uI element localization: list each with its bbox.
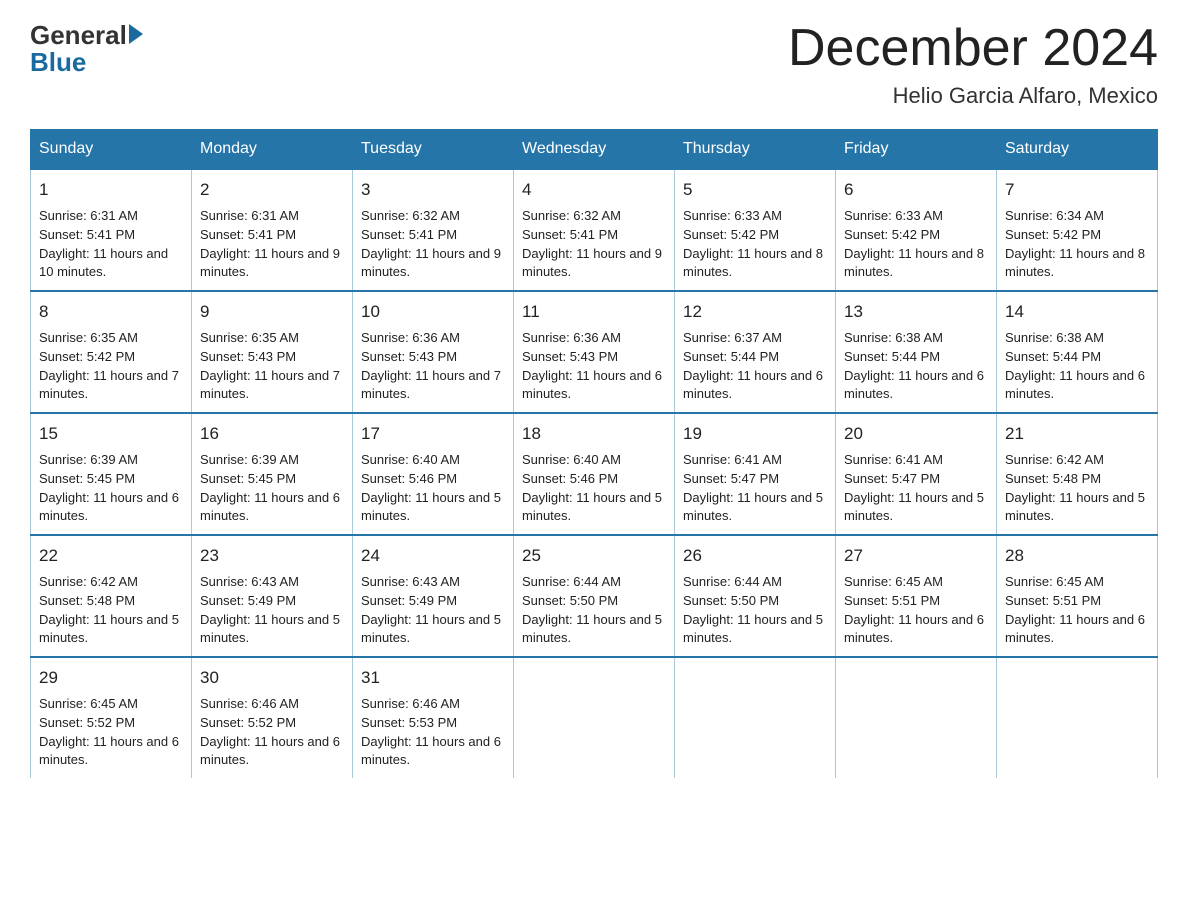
col-monday: Monday [192, 130, 353, 170]
col-saturday: Saturday [997, 130, 1158, 170]
day-number: 15 [39, 422, 183, 447]
day-number: 10 [361, 300, 505, 325]
table-row: 5Sunrise: 6:33 AMSunset: 5:42 PMDaylight… [675, 169, 836, 291]
day-number: 21 [1005, 422, 1149, 447]
table-row: 20Sunrise: 6:41 AMSunset: 5:47 PMDayligh… [836, 413, 997, 535]
day-number: 24 [361, 544, 505, 569]
table-row: 2Sunrise: 6:31 AMSunset: 5:41 PMDaylight… [192, 169, 353, 291]
col-wednesday: Wednesday [514, 130, 675, 170]
day-number: 27 [844, 544, 988, 569]
table-row [514, 657, 675, 778]
calendar-week-row: 15Sunrise: 6:39 AMSunset: 5:45 PMDayligh… [31, 413, 1158, 535]
day-number: 18 [522, 422, 666, 447]
table-row: 28Sunrise: 6:45 AMSunset: 5:51 PMDayligh… [997, 535, 1158, 657]
table-row: 24Sunrise: 6:43 AMSunset: 5:49 PMDayligh… [353, 535, 514, 657]
day-number: 7 [1005, 178, 1149, 203]
table-row: 11Sunrise: 6:36 AMSunset: 5:43 PMDayligh… [514, 291, 675, 413]
day-number: 3 [361, 178, 505, 203]
day-number: 30 [200, 666, 344, 691]
day-number: 20 [844, 422, 988, 447]
day-number: 22 [39, 544, 183, 569]
day-number: 28 [1005, 544, 1149, 569]
table-row: 22Sunrise: 6:42 AMSunset: 5:48 PMDayligh… [31, 535, 192, 657]
day-number: 12 [683, 300, 827, 325]
table-row: 1Sunrise: 6:31 AMSunset: 5:41 PMDaylight… [31, 169, 192, 291]
table-row: 14Sunrise: 6:38 AMSunset: 5:44 PMDayligh… [997, 291, 1158, 413]
day-number: 23 [200, 544, 344, 569]
table-row: 12Sunrise: 6:37 AMSunset: 5:44 PMDayligh… [675, 291, 836, 413]
table-row: 25Sunrise: 6:44 AMSunset: 5:50 PMDayligh… [514, 535, 675, 657]
day-number: 31 [361, 666, 505, 691]
table-row [836, 657, 997, 778]
col-friday: Friday [836, 130, 997, 170]
table-row: 18Sunrise: 6:40 AMSunset: 5:46 PMDayligh… [514, 413, 675, 535]
table-row: 8Sunrise: 6:35 AMSunset: 5:42 PMDaylight… [31, 291, 192, 413]
day-number: 16 [200, 422, 344, 447]
logo: General Blue [30, 20, 143, 78]
table-row: 4Sunrise: 6:32 AMSunset: 5:41 PMDaylight… [514, 169, 675, 291]
col-thursday: Thursday [675, 130, 836, 170]
table-row: 17Sunrise: 6:40 AMSunset: 5:46 PMDayligh… [353, 413, 514, 535]
table-row: 7Sunrise: 6:34 AMSunset: 5:42 PMDaylight… [997, 169, 1158, 291]
day-number: 25 [522, 544, 666, 569]
table-row: 30Sunrise: 6:46 AMSunset: 5:52 PMDayligh… [192, 657, 353, 778]
table-row: 3Sunrise: 6:32 AMSunset: 5:41 PMDaylight… [353, 169, 514, 291]
table-row: 19Sunrise: 6:41 AMSunset: 5:47 PMDayligh… [675, 413, 836, 535]
table-row: 23Sunrise: 6:43 AMSunset: 5:49 PMDayligh… [192, 535, 353, 657]
day-number: 17 [361, 422, 505, 447]
day-number: 6 [844, 178, 988, 203]
day-number: 5 [683, 178, 827, 203]
calendar-week-row: 1Sunrise: 6:31 AMSunset: 5:41 PMDaylight… [31, 169, 1158, 291]
page-header: General Blue December 2024 Helio Garcia … [30, 20, 1158, 109]
calendar-week-row: 8Sunrise: 6:35 AMSunset: 5:42 PMDaylight… [31, 291, 1158, 413]
table-row [675, 657, 836, 778]
calendar-header-row: Sunday Monday Tuesday Wednesday Thursday… [31, 130, 1158, 170]
title-section: December 2024 Helio Garcia Alfaro, Mexic… [788, 20, 1158, 109]
table-row: 10Sunrise: 6:36 AMSunset: 5:43 PMDayligh… [353, 291, 514, 413]
table-row: 26Sunrise: 6:44 AMSunset: 5:50 PMDayligh… [675, 535, 836, 657]
col-sunday: Sunday [31, 130, 192, 170]
table-row: 27Sunrise: 6:45 AMSunset: 5:51 PMDayligh… [836, 535, 997, 657]
day-number: 29 [39, 666, 183, 691]
table-row: 31Sunrise: 6:46 AMSunset: 5:53 PMDayligh… [353, 657, 514, 778]
calendar-week-row: 22Sunrise: 6:42 AMSunset: 5:48 PMDayligh… [31, 535, 1158, 657]
day-number: 2 [200, 178, 344, 203]
table-row: 13Sunrise: 6:38 AMSunset: 5:44 PMDayligh… [836, 291, 997, 413]
logo-triangle-icon [129, 24, 143, 44]
table-row: 6Sunrise: 6:33 AMSunset: 5:42 PMDaylight… [836, 169, 997, 291]
day-number: 8 [39, 300, 183, 325]
table-row: 29Sunrise: 6:45 AMSunset: 5:52 PMDayligh… [31, 657, 192, 778]
day-number: 4 [522, 178, 666, 203]
calendar-subtitle: Helio Garcia Alfaro, Mexico [788, 83, 1158, 109]
day-number: 11 [522, 300, 666, 325]
table-row: 9Sunrise: 6:35 AMSunset: 5:43 PMDaylight… [192, 291, 353, 413]
day-number: 26 [683, 544, 827, 569]
day-number: 19 [683, 422, 827, 447]
calendar-table: Sunday Monday Tuesday Wednesday Thursday… [30, 129, 1158, 778]
logo-blue-text: Blue [30, 47, 86, 78]
col-tuesday: Tuesday [353, 130, 514, 170]
day-number: 13 [844, 300, 988, 325]
calendar-week-row: 29Sunrise: 6:45 AMSunset: 5:52 PMDayligh… [31, 657, 1158, 778]
table-row: 16Sunrise: 6:39 AMSunset: 5:45 PMDayligh… [192, 413, 353, 535]
calendar-title: December 2024 [788, 20, 1158, 77]
table-row: 21Sunrise: 6:42 AMSunset: 5:48 PMDayligh… [997, 413, 1158, 535]
day-number: 14 [1005, 300, 1149, 325]
table-row [997, 657, 1158, 778]
day-number: 9 [200, 300, 344, 325]
day-number: 1 [39, 178, 183, 203]
table-row: 15Sunrise: 6:39 AMSunset: 5:45 PMDayligh… [31, 413, 192, 535]
